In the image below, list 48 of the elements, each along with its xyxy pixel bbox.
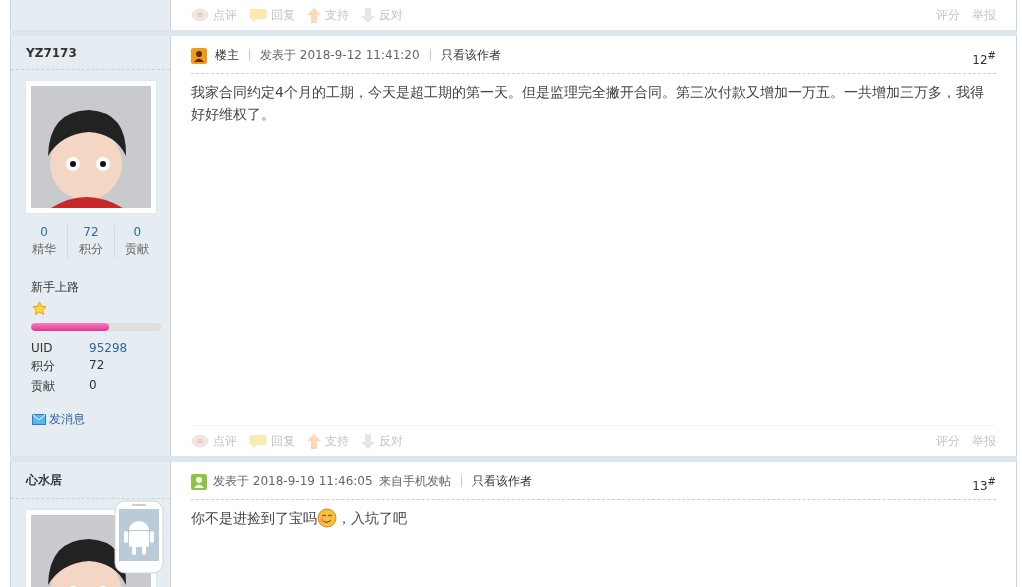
comment-icon xyxy=(191,434,209,448)
author-only-link[interactable]: 只看该作者 xyxy=(471,472,532,490)
user-icon xyxy=(191,474,207,490)
up-arrow-icon xyxy=(307,433,321,449)
profile-label: 积分 xyxy=(31,358,55,375)
post-date: 发表于 2018-9-12 11:41:20 xyxy=(260,46,420,64)
post-date: 发表于 2018-9-19 11:46:05 xyxy=(213,472,373,490)
down-arrow-icon xyxy=(361,433,375,449)
author-only-link[interactable]: 只看该作者 xyxy=(440,46,501,64)
avatar-picture[interactable] xyxy=(26,81,156,213)
comment-icon xyxy=(191,8,209,22)
post-action-link[interactable]: 支持 xyxy=(307,432,349,450)
profile-label: UID xyxy=(31,341,53,355)
down-arrow-icon xyxy=(361,7,375,23)
post-text: 我家合同约定4个月的工期，今天是超工期的第一天。但是监理完全撇开合同。第三次付款又增加一万五。一共增加三万多，我得好好维权了。 xyxy=(191,83,985,124)
post-action-link[interactable]: 评分 xyxy=(936,432,960,450)
user-icon xyxy=(191,48,207,64)
floor-number: 13$^{#}$ xyxy=(972,475,996,493)
post-action-link[interactable]: 评分 xyxy=(936,6,960,24)
user-group-label[interactable]: 新手上路 xyxy=(31,279,79,296)
stat-value[interactable]: 0 xyxy=(133,225,142,239)
send-message-link[interactable]: 发消息 xyxy=(32,411,85,428)
profile-value: 0 xyxy=(89,378,97,394)
thread-starter-label: 楼主 xyxy=(215,46,239,64)
stat-label: 积分 xyxy=(79,241,103,258)
post-action-link[interactable]: 支持 xyxy=(307,6,349,24)
speech-bubble-icon xyxy=(249,433,267,449)
speech-bubble-icon xyxy=(249,7,267,23)
stat-label: 精华 xyxy=(32,241,57,258)
profile-label: 贡献 xyxy=(31,378,55,395)
profile-value: 72 xyxy=(89,358,105,374)
stat-label: 贡献 xyxy=(125,241,150,258)
post-source[interactable]: 来自手机发帖 xyxy=(378,472,451,490)
post-action-link[interactable]: 举报 xyxy=(972,6,996,24)
rank-star-icon xyxy=(32,301,47,316)
post-action-link[interactable]: 反对 xyxy=(361,432,403,450)
post-action-link[interactable]: 反对 xyxy=(361,6,403,24)
post-text: 你不是进捡到了宝吗 xyxy=(191,509,317,528)
stat-value[interactable]: 72 xyxy=(83,225,99,239)
author-name[interactable]: YZ7173 xyxy=(11,36,170,70)
envelope-icon xyxy=(32,414,46,425)
up-arrow-icon xyxy=(307,7,321,23)
post-text: ，入坑了吧 xyxy=(337,509,407,528)
stat-value[interactable]: 0 xyxy=(40,225,48,239)
floor-number: 12$^{#}$ xyxy=(972,49,996,67)
post-action-link[interactable]: 举报 xyxy=(972,432,996,450)
emoji-icon xyxy=(317,508,337,528)
uid-link[interactable]: 95298 xyxy=(89,341,128,355)
